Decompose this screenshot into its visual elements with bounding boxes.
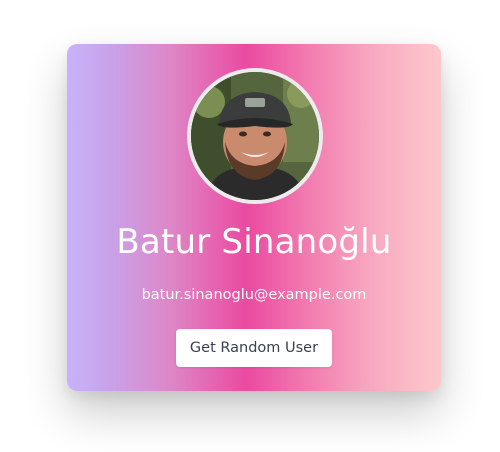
user-email: batur.sinanoglu@example.com — [141, 287, 367, 303]
user-card: Batur Sinanoğlu batur.sinanoglu@example.… — [67, 44, 441, 391]
get-random-user-button[interactable]: Get Random User — [176, 329, 332, 367]
user-name: Batur Sinanoğlu — [116, 222, 392, 262]
user-avatar — [187, 68, 323, 204]
avatar-photo — [191, 72, 319, 200]
